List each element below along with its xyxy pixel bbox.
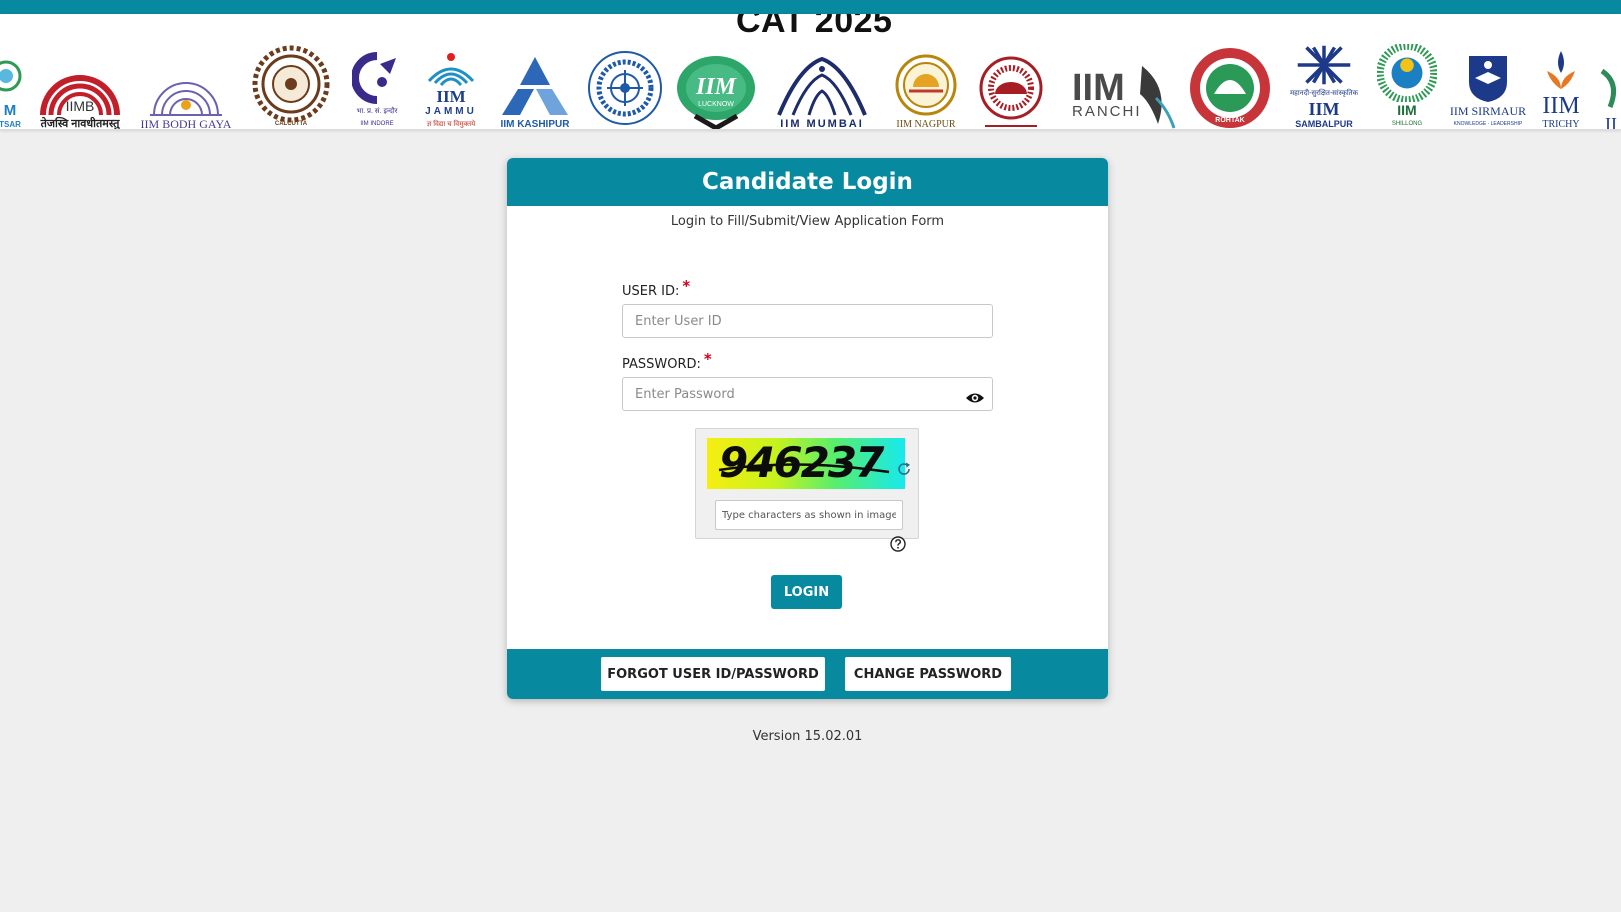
iim-jammu-logo: IIM JAMMU ज्ञ विद्या च विमुक्तये	[418, 44, 484, 129]
svg-text:ROHTAK: ROHTAK	[1215, 117, 1244, 124]
login-card-title: Candidate Login	[507, 158, 1108, 206]
required-asterisk: *	[682, 277, 691, 295]
iim-mumbai-logo: IIM MUMBAI	[774, 44, 870, 129]
iim-trichy-logo: IIM TRICHY	[1538, 44, 1584, 129]
iim-indore-logo: भा. प्र. सं. इन्दौर IIM INDORE	[348, 44, 406, 129]
captcha-input[interactable]	[715, 500, 903, 530]
iim-sirmaur-logo: IIM SIRMAUR KNOWLEDGE · LEADERSHIP	[1444, 44, 1532, 129]
iim-udaipur-logo: II	[1598, 44, 1621, 129]
institute-logo-banner: CAT 2025 M TSAR IIMB तेजस्वि नावधीतमस्तु…	[0, 14, 1621, 130]
change-password-button[interactable]: CHANGE PASSWORD	[845, 657, 1011, 691]
user-id-input[interactable]	[622, 304, 993, 338]
iim-bangalore-logo: IIMB तेजस्वि नावधीतमस्तु	[36, 44, 124, 129]
iim-amritsar-logo: M TSAR	[0, 44, 24, 129]
password-input[interactable]	[622, 377, 993, 411]
iim-bodh-gaya-logo: IIM BODH GAYA	[138, 44, 234, 129]
iim-lucknow-logo: IIM LUCKNOW	[674, 44, 758, 129]
question-circle-icon[interactable]	[890, 536, 906, 552]
refresh-icon[interactable]	[896, 461, 912, 477]
required-asterisk: *	[703, 350, 712, 368]
iim-kashipur-logo: IIM KASHIPUR	[494, 44, 576, 129]
svg-text:IIMB: IIMB	[66, 98, 95, 114]
eye-icon[interactable]	[965, 390, 985, 406]
svg-text:RANCHI: RANCHI	[1072, 103, 1142, 120]
iim-rohtak-logo: ROHTAK	[1188, 44, 1272, 129]
iim-raipur-logo	[976, 44, 1046, 129]
svg-text:LUCKNOW: LUCKNOW	[698, 101, 734, 108]
captcha-container: 946237	[695, 428, 919, 539]
iim-kozhikode-logo	[586, 44, 664, 129]
iim-shillong-logo: IIM SHILLONG	[1376, 44, 1438, 129]
forgot-user-id-password-button[interactable]: FORGOT USER ID/PASSWORD	[601, 657, 825, 691]
iim-calcutta-logo: CALCUTTA	[248, 44, 334, 129]
iim-nagpur-logo: IIM NAGPUR	[892, 44, 960, 129]
user-id-label: USER ID: *	[622, 277, 691, 299]
login-button[interactable]: LOGIN	[771, 575, 842, 609]
candidate-login-card: Candidate Login Login to Fill/Submit/Vie…	[507, 158, 1108, 699]
version-text: Version 15.02.01	[752, 729, 863, 744]
iim-sambalpur-logo: महानदी-सुरक्षित-सांस्कृतिक IIM SAMBALPUR	[1284, 44, 1364, 129]
svg-text:IIM: IIM	[695, 74, 738, 100]
password-label: PASSWORD: *	[622, 350, 712, 372]
banner-title: CAT 2025	[736, 14, 893, 40]
captcha-noise-line	[718, 463, 890, 474]
login-subtitle: Login to Fill/Submit/View Application Fo…	[670, 214, 945, 229]
captcha-image: 946237	[707, 438, 905, 489]
top-accent-strip	[0, 0, 1621, 14]
iim-ranchi-logo: IIM RANCHI	[1070, 44, 1176, 129]
login-card-footer: FORGOT USER ID/PASSWORD CHANGE PASSWORD	[507, 649, 1108, 699]
